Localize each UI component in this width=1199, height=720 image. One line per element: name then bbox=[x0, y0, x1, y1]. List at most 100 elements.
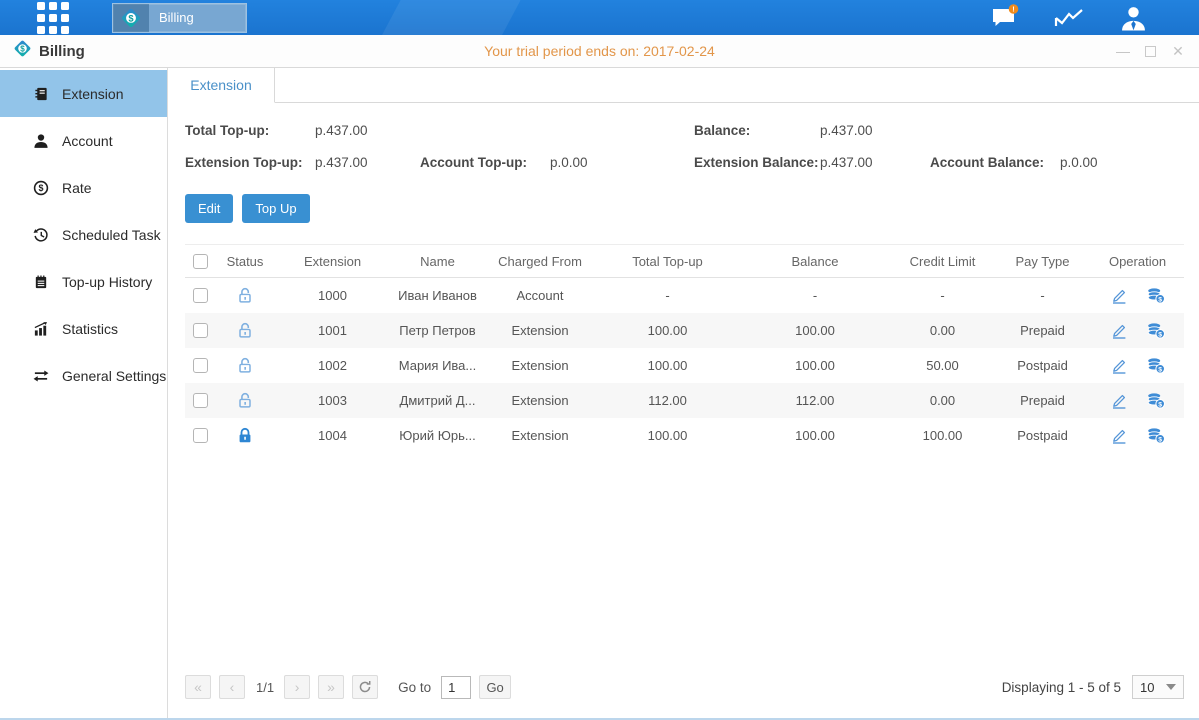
edit-pencil-icon[interactable] bbox=[1110, 288, 1127, 304]
prev-page-button[interactable]: ‹ bbox=[219, 675, 245, 699]
sidebar-item-general-settings[interactable]: General Settings bbox=[0, 352, 167, 399]
cell-total-topup: 100.00 bbox=[595, 323, 740, 338]
edit-button[interactable]: Edit bbox=[185, 194, 233, 223]
topup-button[interactable]: Top Up bbox=[242, 194, 309, 223]
billing-diamond-icon: $ bbox=[13, 39, 32, 63]
select-all-checkbox[interactable] bbox=[193, 254, 208, 269]
topup-coins-icon[interactable]: $ bbox=[1147, 357, 1165, 374]
sidebar-item-label: Extension bbox=[62, 86, 123, 102]
balance-value: p.437.00 bbox=[820, 123, 930, 138]
first-page-button[interactable]: « bbox=[185, 675, 211, 699]
taskbar-billing-label: Billing bbox=[149, 4, 246, 32]
dollar-circle-icon: $ bbox=[32, 180, 50, 196]
sidebar-item-statistics[interactable]: Statistics bbox=[0, 305, 167, 352]
sidebar-item-label: Scheduled Task bbox=[62, 227, 161, 243]
sidebar-item-label: Statistics bbox=[62, 321, 118, 337]
sidebar-item-label: Top-up History bbox=[62, 274, 152, 290]
cell-credit-limit: 0.00 bbox=[890, 393, 995, 408]
next-page-button[interactable]: › bbox=[284, 675, 310, 699]
cell-pay-type: Prepaid bbox=[995, 393, 1090, 408]
topup-coins-icon[interactable]: $ bbox=[1147, 322, 1165, 339]
lock-open-icon[interactable] bbox=[237, 322, 253, 339]
user-icon[interactable] bbox=[1117, 5, 1149, 31]
sidebar-item-extension[interactable]: Extension bbox=[0, 70, 167, 117]
svg-text:$: $ bbox=[1158, 331, 1162, 338]
sidebar-item-label: General Settings bbox=[62, 368, 166, 384]
close-icon[interactable]: ✕ bbox=[1171, 44, 1185, 58]
sidebar-item-scheduled-task[interactable]: Scheduled Task bbox=[0, 211, 167, 258]
trial-period-message: Your trial period ends on: 2017-02-24 bbox=[0, 43, 1199, 59]
go-button[interactable]: Go bbox=[479, 675, 511, 699]
row-checkbox[interactable] bbox=[193, 288, 208, 303]
cell-charged-from: Account bbox=[485, 288, 595, 303]
topup-coins-icon[interactable]: $ bbox=[1147, 427, 1165, 444]
tab-extension[interactable]: Extension bbox=[168, 68, 275, 103]
account-topup-value: p.0.00 bbox=[550, 155, 694, 170]
chat-icon[interactable]: ! bbox=[989, 5, 1021, 31]
row-checkbox[interactable] bbox=[193, 358, 208, 373]
cell-name: Юрий Юрь... bbox=[390, 428, 485, 443]
extension-topup-label: Extension Top-up: bbox=[185, 155, 315, 170]
cell-pay-type: Prepaid bbox=[995, 323, 1090, 338]
row-checkbox[interactable] bbox=[193, 393, 208, 408]
last-page-button[interactable]: » bbox=[318, 675, 344, 699]
pagination-bar: « ‹ 1/1 › » Go to Go Display bbox=[185, 666, 1184, 718]
displaying-text: Displaying 1 - 5 of 5 bbox=[1002, 680, 1121, 695]
page-indicator: 1/1 bbox=[256, 680, 274, 695]
cell-balance: 100.00 bbox=[740, 323, 890, 338]
col-charged-from: Charged From bbox=[485, 254, 595, 269]
page-size-select[interactable]: 10 bbox=[1132, 675, 1184, 699]
sidebar-item-topup-history[interactable]: Top-up History bbox=[0, 258, 167, 305]
cell-extension: 1004 bbox=[275, 428, 390, 443]
topup-coins-icon[interactable]: $ bbox=[1147, 392, 1165, 409]
apps-grid-icon[interactable] bbox=[34, 0, 72, 35]
cell-balance: 112.00 bbox=[740, 393, 890, 408]
sidebar-item-account[interactable]: Account bbox=[0, 117, 167, 164]
lock-open-icon[interactable] bbox=[237, 392, 253, 409]
edit-pencil-icon[interactable] bbox=[1110, 428, 1127, 444]
cell-pay-type: Postpaid bbox=[995, 428, 1090, 443]
cell-balance: 100.00 bbox=[740, 428, 890, 443]
cell-name: Мария Ива... bbox=[390, 358, 485, 373]
extension-topup-value: p.437.00 bbox=[315, 155, 420, 170]
svg-text:$: $ bbox=[1158, 296, 1162, 303]
balance-summary: Total Top-up: p.437.00 Balance: p.437.00… bbox=[185, 123, 1184, 170]
edit-pencil-icon[interactable] bbox=[1110, 358, 1127, 374]
col-status: Status bbox=[215, 254, 275, 269]
sidebar: Extension Account $ Rate bbox=[0, 68, 168, 718]
col-total-topup: Total Top-up bbox=[595, 254, 740, 269]
edit-pencil-icon[interactable] bbox=[1110, 393, 1127, 409]
taskbar-billing-button[interactable]: $ Billing bbox=[112, 3, 247, 33]
lock-open-icon[interactable] bbox=[237, 357, 253, 374]
sidebar-item-rate[interactable]: $ Rate bbox=[0, 164, 167, 211]
row-checkbox[interactable] bbox=[193, 323, 208, 338]
table-row: 1002Мария Ива...Extension100.00100.0050.… bbox=[185, 348, 1184, 383]
cell-charged-from: Extension bbox=[485, 393, 595, 408]
row-checkbox[interactable] bbox=[193, 428, 208, 443]
minimize-icon[interactable]: — bbox=[1116, 44, 1130, 58]
clock-history-icon bbox=[32, 227, 50, 243]
account-balance-label: Account Balance: bbox=[930, 155, 1060, 170]
person-icon bbox=[32, 133, 50, 149]
window-title: Billing bbox=[39, 43, 85, 60]
tabstrip: Extension bbox=[168, 68, 1199, 103]
total-topup-value: p.437.00 bbox=[315, 123, 420, 138]
cell-pay-type: Postpaid bbox=[995, 358, 1090, 373]
topup-coins-icon[interactable]: $ bbox=[1147, 287, 1165, 304]
lock-open-icon[interactable] bbox=[237, 287, 253, 304]
chart-icon[interactable] bbox=[1053, 5, 1085, 31]
cell-extension: 1001 bbox=[275, 323, 390, 338]
exchange-arrows-icon bbox=[32, 368, 50, 384]
col-balance: Balance bbox=[740, 254, 890, 269]
extension-table: Status Extension Name Charged From Total… bbox=[185, 244, 1184, 453]
table-row: 1003Дмитрий Д...Extension112.00112.000.0… bbox=[185, 383, 1184, 418]
lock-closed-icon[interactable] bbox=[237, 427, 253, 444]
goto-label: Go to bbox=[398, 680, 431, 695]
refresh-icon[interactable] bbox=[352, 675, 378, 699]
maximize-icon[interactable] bbox=[1145, 46, 1156, 57]
goto-page-input[interactable] bbox=[441, 676, 471, 699]
edit-pencil-icon[interactable] bbox=[1110, 323, 1127, 339]
sidebar-item-label: Rate bbox=[62, 180, 92, 196]
cell-extension: 1000 bbox=[275, 288, 390, 303]
cell-pay-type: - bbox=[995, 288, 1090, 303]
